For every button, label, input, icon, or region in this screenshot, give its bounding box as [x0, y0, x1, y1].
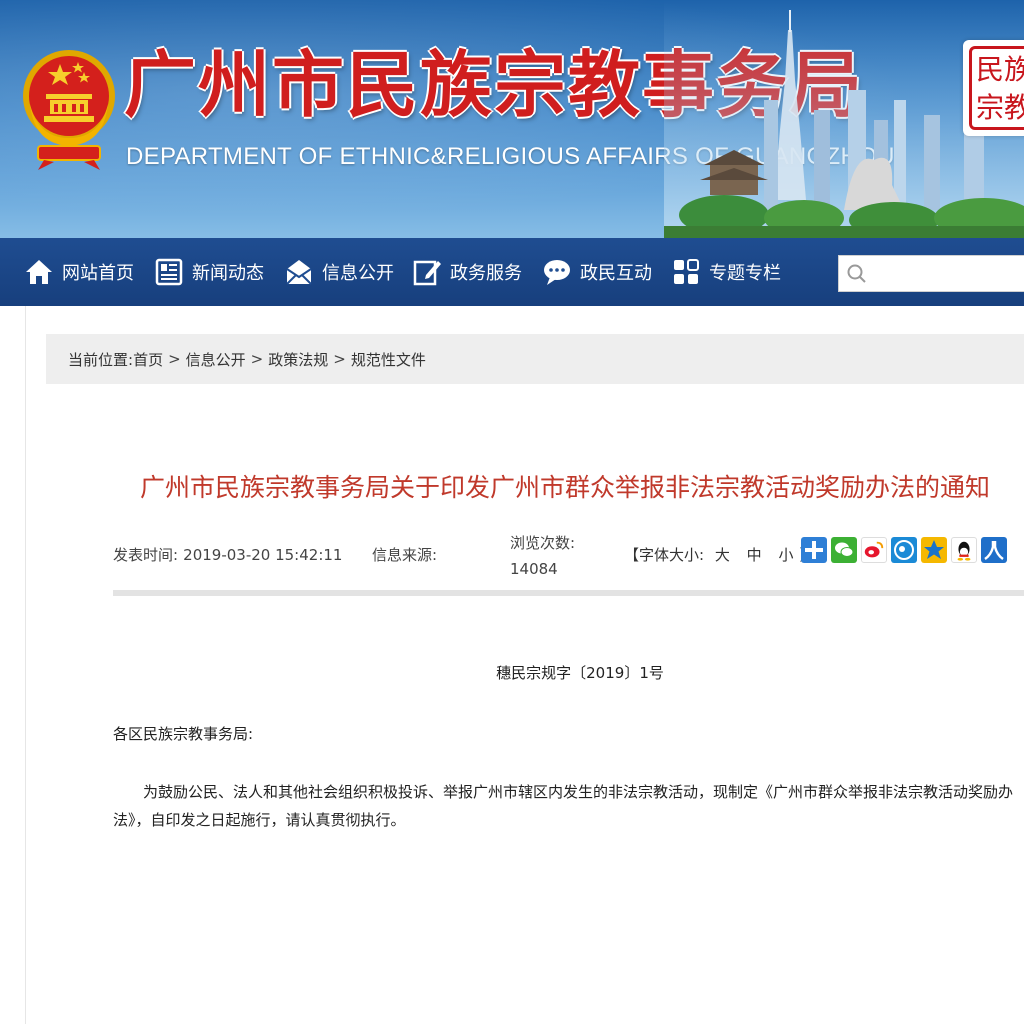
breadcrumb-prefix: 当前位置: [68, 350, 134, 369]
plus-share-icon[interactable] [801, 537, 827, 563]
article-body: 为鼓励公民、法人和其他社会组织积极投诉、举报广州市辖区内发生的非法宗教活动，现制… [113, 783, 1014, 829]
publish-time-value: 2019-03-20 15:42:11 [183, 546, 343, 564]
national-emblem-icon [23, 50, 115, 170]
publish-time-label: 发表时间: [113, 546, 179, 564]
news-icon [155, 258, 183, 286]
breadcrumb: 当前位置: 首页 > 信息公开 > 政策法规 > 规范性文件 [46, 334, 1024, 384]
seal-text: 民族 宗教 [969, 46, 1024, 130]
grid-icon [674, 259, 699, 284]
breadcrumb-separator: > [250, 350, 264, 368]
breadcrumb-normative-docs[interactable]: 规范性文件 [351, 349, 426, 370]
chat-icon [544, 260, 570, 285]
publish-time-meta: 发表时间: 2019-03-20 15:42:11 [113, 544, 342, 565]
font-medium-button[interactable]: 中 [747, 546, 762, 564]
seal-text-line1: 民族 [976, 53, 1024, 86]
qzone-share-icon[interactable] [921, 537, 947, 563]
nav-item-home[interactable]: 网站首页 [24, 238, 134, 306]
nav-item-info[interactable]: 信息公开 [284, 238, 394, 306]
nav-label-services: 政务服务 [450, 263, 522, 284]
breadcrumb-separator: > [333, 350, 346, 368]
nav-label-info: 信息公开 [322, 263, 394, 284]
font-large-button[interactable]: 大 [715, 546, 730, 564]
document-number: 穗民宗规字〔2019〕1号 [496, 664, 664, 682]
source-meta: 信息来源: [372, 544, 437, 565]
breadcrumb-home[interactable]: 首页 [133, 349, 163, 370]
views-meta: 浏览次数: 14084 [510, 530, 575, 582]
tencent-weibo-share-icon[interactable] [891, 537, 917, 563]
article-divider [113, 590, 1024, 596]
wechat-share-icon[interactable] [831, 537, 857, 563]
search-icon[interactable] [846, 263, 868, 285]
font-small-button[interactable]: 小 [778, 546, 793, 564]
nav-item-services[interactable]: 政务服务 [412, 238, 522, 306]
nav-label-interaction: 政民互动 [580, 263, 652, 284]
qq-share-icon[interactable] [951, 537, 977, 563]
nav-item-topics[interactable]: 专题专栏 [671, 238, 781, 306]
views-count: 14084 [510, 560, 558, 578]
search-input[interactable] [873, 260, 1024, 289]
font-size-control: 【字体大小: 大 中 小】 [624, 544, 814, 565]
views-label: 浏览次数: [510, 534, 576, 552]
seal-text-line2: 宗教 [976, 91, 1024, 124]
breadcrumb-info-public[interactable]: 信息公开 [186, 349, 246, 370]
breadcrumb-policy[interactable]: 政策法规 [268, 349, 328, 370]
nav-label-news: 新闻动态 [192, 263, 264, 284]
nav-item-interaction[interactable]: 政民互动 [542, 238, 652, 306]
font-size-label: 【字体大小: [624, 546, 705, 564]
ethnic-religious-seal-logo: 民族 宗教 [963, 40, 1024, 136]
salutation: 各区民族宗教事务局: [113, 725, 254, 743]
mail-icon [286, 260, 312, 285]
home-icon [26, 260, 52, 284]
renren-share-icon[interactable] [981, 537, 1007, 563]
nav-item-news[interactable]: 新闻动态 [154, 238, 264, 306]
nav-label-topics: 专题专栏 [709, 263, 781, 284]
edit-icon [413, 260, 441, 286]
nav-label-home: 网站首页 [62, 263, 134, 284]
header-banner: 广州市民族宗教事务局 DEPARTMENT OF ETHNIC&RELIGIOU… [0, 0, 1024, 238]
weibo-share-icon[interactable] [861, 537, 887, 563]
share-toolbar [801, 537, 1011, 569]
search-box [838, 255, 1024, 292]
source-label: 信息来源: [372, 546, 438, 564]
breadcrumb-separator: > [168, 350, 181, 368]
article-title: 广州市民族宗教事务局关于印发广州市群众举报非法宗教活动奖励办法的通知 [139, 473, 990, 502]
